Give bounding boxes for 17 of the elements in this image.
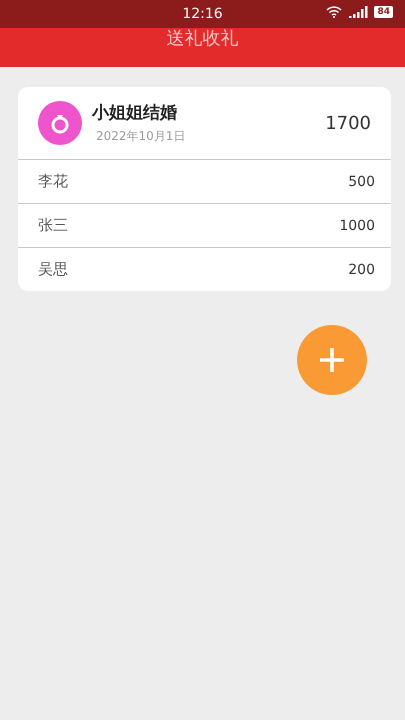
battery-level: 84 xyxy=(374,6,393,18)
gift-name: 李花 xyxy=(38,172,68,191)
page-title: 送礼收礼 xyxy=(166,28,238,50)
gift-amount: 200 xyxy=(348,262,375,278)
gift-amount: 1000 xyxy=(339,218,375,234)
event-card[interactable]: 小姐姐结婚 2022年10月1日 1700 李花 500 张三 1000 吴思 200 xyxy=(18,87,391,291)
gift-name: 张三 xyxy=(38,216,68,235)
event-title: 小姐姐结婚 xyxy=(92,102,178,124)
event-date: 2022年10月1日 xyxy=(96,128,186,145)
wifi-icon xyxy=(326,6,342,18)
gift-amount: 500 xyxy=(348,174,375,190)
event-total: 1700 xyxy=(325,112,371,134)
ring-icon xyxy=(38,101,82,145)
status-time: 12:16 xyxy=(182,6,223,22)
plus-icon xyxy=(320,348,344,372)
signal-icon xyxy=(348,6,368,18)
gift-name: 吴思 xyxy=(38,260,68,279)
